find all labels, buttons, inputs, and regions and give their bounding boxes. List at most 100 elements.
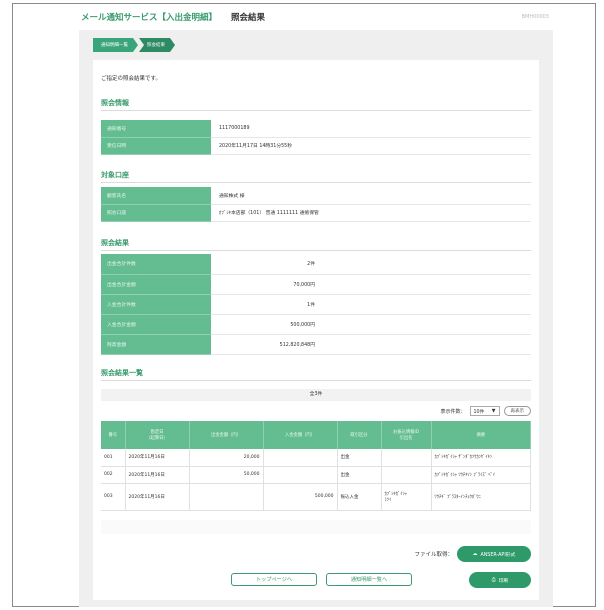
kv-label: 入金合計金額 [101, 314, 211, 335]
display-count-label: 表示件数： [440, 408, 466, 415]
section-title-inquiry-result: 照会結果 [101, 239, 129, 247]
screenshot-frame: メール通知サービス【入出金明細】 照会結果 BMH00003 通知明細一覧 照会… [12, 3, 596, 607]
row-memo: ｶﾌﾞｼｷｶﾞｲｼｬ ﾂｳﾁｷｿﾝ ﾌﾞﾗｲｽﾞ ﾍﾟｲ [431, 466, 531, 484]
row-type: 振込入金 [337, 483, 382, 511]
kv-value: 1件 [211, 294, 531, 315]
display-count-value: 10件 [473, 409, 485, 415]
printer-icon: ⎙ [491, 578, 496, 583]
column-header-type: 取引区分 [337, 421, 382, 449]
row-info: ｶﾌﾞｼｷｶﾞｲｼｬ ﾐﾂｲ [381, 483, 432, 511]
kv-row: 出金合計金額 70,000円 [101, 274, 531, 295]
section-title-target-account: 対象口座 [101, 171, 129, 179]
row-memo: ｶﾌﾞｼｷｶﾞｲｼｬ ｻﾞﾝﾀﾞｶｿｳｶﾝｾﾞｲｷﾝ [431, 449, 531, 467]
column-header-info: お振込情報ID 引出名 [381, 421, 432, 449]
breadcrumb-item-current: 照会結果 [139, 38, 175, 52]
anser-api-button[interactable]: ☁ ANSER-API形式 [457, 546, 531, 562]
notice-list-button[interactable]: 通知明細一覧へ [326, 573, 412, 586]
kv-row: 受信日時 2020年11月17日 14時31分55秒 [101, 137, 531, 155]
file-download-row: ファイル取得： ☁ ANSER-API形式 [414, 546, 531, 562]
result-list-table: 番号 勘定日 （起算日） 出金金額（円） 入金金額（円） 取引区分 お振込情報I… [101, 421, 531, 511]
service-title: メール通知サービス【入出金明細】 [81, 13, 218, 23]
row-info [381, 466, 432, 484]
account-info: ｶﾌﾞｼｷ本店部（101） 普通 1111111 通帳保管 [211, 204, 531, 222]
row-info [381, 449, 432, 467]
kv-value: 2件 [211, 254, 531, 275]
notice-number: 1117000189 [211, 120, 531, 138]
kv-row: 入金合計金額 500,000円 [101, 314, 531, 335]
row-in [263, 449, 338, 467]
section-divider [101, 182, 531, 183]
row-date: 2020年11月16日 [125, 483, 190, 511]
action-card: ファイル取得： ☁ ANSER-API形式 トップページへ 通知明細一覧へ ⎙ … [93, 538, 539, 600]
page-title: 照会結果 [231, 13, 266, 23]
row-type: 出金 [337, 466, 382, 484]
row-out [189, 483, 264, 511]
row-no: 003 [101, 483, 126, 511]
table-row: 001 2020年11月16日 20,000 出金 ｶﾌﾞｼｷｶﾞｲｼｬ ｻﾞﾝ… [101, 449, 531, 467]
breadcrumb: 通知明細一覧 照会結果 [93, 38, 176, 52]
section-title-result-list: 照会結果一覧 [101, 369, 143, 377]
kv-label: 出金合計件数 [101, 254, 211, 275]
table-bottom-spacer [101, 520, 531, 534]
kv-label: 出金合計金額 [101, 274, 211, 295]
kv-value: 512,820,848円 [211, 334, 531, 355]
kv-value: 500,000円 [211, 314, 531, 335]
breadcrumb-item-list[interactable]: 通知明細一覧 [93, 38, 138, 52]
column-header-no: 番号 [101, 421, 126, 449]
chevron-down-icon: ▼ [491, 408, 496, 414]
top-page-label: トップページへ [255, 577, 293, 583]
anser-api-label: ANSER-API形式 [480, 552, 516, 558]
kv-row: 入金合計件数 1件 [101, 294, 531, 315]
display-count-select[interactable]: 10件 ▼ [469, 406, 500, 416]
kv-label: 顧客氏名 [101, 187, 211, 205]
target-account-table: 顧客氏名 通知株式 様 照会口座 ｶﾌﾞｼｷ本店部（101） 普通 1111111 … [101, 187, 531, 222]
section-divider [101, 380, 531, 381]
redisplay-button[interactable]: 再表示 [503, 406, 531, 416]
row-memo: ﾂｳﾁｷﾞ ﾌﾟﾗｽﾀｰｲﾝﾁｮｳﾎﾞｳﾆ [431, 483, 531, 511]
kv-row: 出金合計件数 2件 [101, 254, 531, 275]
kv-label: 残高金額 [101, 334, 211, 355]
kv-row: 通知番号 1117000189 [101, 120, 531, 138]
row-out: 50,000 [189, 466, 264, 484]
display-count-control: 表示件数： 10件 ▼ 再表示 [440, 406, 531, 416]
column-header-date: 勘定日 （起算日） [125, 421, 190, 449]
inquiry-result-table: 出金合計件数 2件 出金合計金額 70,000円 入金合計件数 1件 入金合計金額 50… [101, 254, 531, 355]
column-header-memo: 摘要 [431, 421, 531, 449]
intro-text: ご指定の照会結果です。 [101, 76, 161, 82]
received-datetime: 2020年11月17日 14時31分55秒 [211, 137, 531, 155]
kv-row: 顧客氏名 通知株式 様 [101, 187, 531, 205]
row-no: 001 [101, 449, 126, 467]
kv-row: 照会口座 ｶﾌﾞｼｷ本店部（101） 普通 1111111 通帳保管 [101, 204, 531, 222]
screen-code: BMH00003 [521, 14, 549, 20]
kv-row: 残高金額 512,820,848円 [101, 334, 531, 355]
row-out: 20,000 [189, 449, 264, 467]
result-total-count: 全3件 [101, 389, 531, 401]
row-date: 2020年11月16日 [125, 466, 190, 484]
file-download-label: ファイル取得： [414, 552, 453, 558]
kv-label: 照会口座 [101, 204, 211, 222]
result-card: ご指定の照会結果です。 照会情報 通知番号 1117000189 受信日時 2020… [93, 60, 539, 540]
table-header-row: 番号 勘定日 （起算日） 出金金額（円） 入金金額（円） 取引区分 お振込情報I… [101, 421, 531, 449]
print-label: 印刷 [498, 578, 509, 584]
row-in [263, 466, 338, 484]
row-type: 出金 [337, 449, 382, 467]
column-header-in: 入金金額（円） [263, 421, 338, 449]
top-page-button[interactable]: トップページへ [231, 573, 317, 586]
kv-label: 通知番号 [101, 120, 211, 138]
page: メール通知サービス【入出金明細】 照会結果 BMH00003 通知明細一覧 照会… [79, 4, 553, 607]
table-row: 002 2020年11月16日 50,000 出金 ｶﾌﾞｼｷｶﾞｲｼｬ ﾂｳﾁ… [101, 466, 531, 484]
kv-label: 入金合計件数 [101, 294, 211, 315]
notice-list-label: 通知明細一覧へ [350, 577, 388, 583]
customer-name: 通知株式 様 [211, 187, 531, 205]
section-title-inquiry-info: 照会情報 [101, 99, 129, 107]
row-in: 500,000 [263, 483, 338, 511]
section-divider [101, 110, 531, 111]
print-button[interactable]: ⎙ 印刷 [469, 572, 531, 588]
page-header: メール通知サービス【入出金明細】 照会結果 BMH00003 [79, 4, 553, 30]
inquiry-info-table: 通知番号 1117000189 受信日時 2020年11月17日 14時31分55秒 [101, 120, 531, 155]
kv-value: 70,000円 [211, 274, 531, 295]
row-no: 002 [101, 466, 126, 484]
column-header-out: 出金金額（円） [189, 421, 264, 449]
section-divider [101, 250, 531, 251]
cloud-download-icon: ☁ [472, 551, 478, 557]
